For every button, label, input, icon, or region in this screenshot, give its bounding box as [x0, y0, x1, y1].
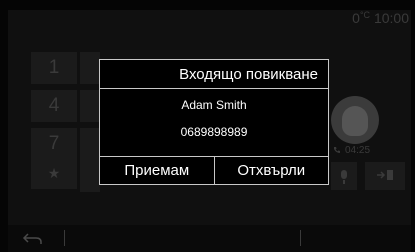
keypad-key-star[interactable]: ★: [31, 157, 77, 189]
bottom-bar: [8, 225, 411, 252]
keypad-key-7[interactable]: 7: [31, 128, 77, 160]
keypad-key-5[interactable]: [80, 90, 100, 122]
screen-frame-right: [411, 0, 415, 252]
reject-button[interactable]: Отхвърли: [213, 157, 328, 184]
bottom-divider-right: [300, 230, 301, 246]
call-duration: 04:25: [345, 145, 371, 156]
screen-frame-left: [0, 0, 8, 252]
clock: 10:00: [373, 10, 409, 26]
transfer-icon: [377, 170, 393, 180]
back-icon[interactable]: [22, 232, 44, 246]
transfer-button[interactable]: [365, 162, 405, 190]
accept-button[interactable]: Приемам: [100, 157, 214, 184]
keypad-key-0[interactable]: [80, 160, 100, 192]
microphone-icon: [341, 170, 347, 184]
dialog-title: Входящо повикване: [100, 60, 328, 89]
avatar-icon: [342, 106, 368, 136]
microphone-button[interactable]: [331, 162, 357, 190]
status-bar: 0°C 10:00: [352, 10, 409, 26]
temperature-value: 0: [352, 10, 360, 26]
keypad-key-1[interactable]: 1: [31, 52, 77, 84]
bottom-divider-left: [64, 230, 65, 246]
screen-frame-top: [0, 0, 415, 10]
caller-name: Adam Smith: [181, 98, 247, 112]
phone-screen: 0°C 10:00 1 4 7 ★ 04:25 Входящо повикван…: [0, 0, 415, 252]
incoming-call-dialog: Входящо повикване Adam Smith 0689898989 …: [99, 59, 329, 185]
temperature-unit: °C: [359, 10, 371, 20]
keypad-key-2[interactable]: [80, 52, 100, 84]
keypad-key-8[interactable]: [80, 128, 100, 160]
dialog-actions: Приемам Отхвърли: [100, 156, 328, 184]
keypad-key-4[interactable]: 4: [31, 90, 77, 122]
caller-number: 0689898989: [180, 125, 248, 139]
phone-icon: [334, 147, 340, 153]
